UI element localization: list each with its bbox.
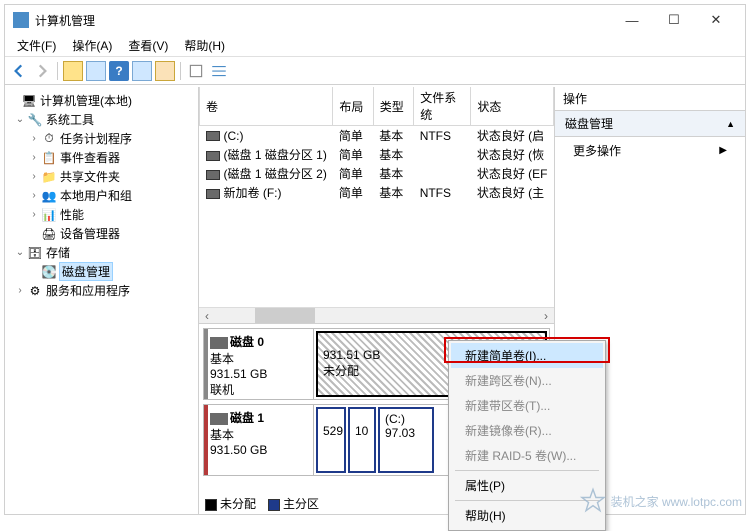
tool-5[interactable] — [155, 61, 175, 81]
computer-icon: 🖥 — [21, 93, 37, 109]
col-status[interactable]: 状态 — [471, 87, 554, 126]
forward-button[interactable] — [32, 61, 52, 81]
minimize-button[interactable]: — — [611, 6, 653, 34]
h-scrollbar[interactable]: ‹› — [199, 307, 554, 323]
volume-row[interactable]: (磁盘 1 磁盘分区 1)简单基本状态良好 (恢 — [200, 145, 554, 164]
disk-icon — [210, 413, 228, 425]
menu-action[interactable]: 操作(A) — [64, 37, 120, 54]
tree-perf[interactable]: 性能 — [60, 206, 84, 223]
window-title: 计算机管理 — [35, 12, 611, 29]
disk-1-part-c[interactable]: (C:)97.03 — [378, 407, 434, 473]
disk-1-header[interactable]: 磁盘 1 基本 931.50 GB — [204, 405, 314, 475]
tree-users[interactable]: 本地用户和组 — [60, 187, 132, 204]
storage-icon: 🗄 — [27, 245, 43, 261]
tool-4[interactable] — [132, 61, 152, 81]
actions-section[interactable]: 磁盘管理▲ — [555, 111, 745, 137]
expander-icon[interactable]: › — [27, 152, 41, 163]
volume-row[interactable]: (磁盘 1 磁盘分区 2)简单基本状态良好 (EF — [200, 164, 554, 183]
volume-row[interactable]: 新加卷 (F:)简单基本NTFS状态良好 (主 — [200, 183, 554, 202]
column-headers[interactable]: 卷 布局 类型 文件系统 状态 — [200, 87, 554, 126]
watermark: 装机之家 www.lotpc.com — [579, 487, 742, 515]
volume-icon — [206, 151, 220, 161]
col-type[interactable]: 类型 — [373, 87, 413, 126]
tree-shared[interactable]: 共享文件夹 — [60, 168, 120, 185]
expander-icon[interactable]: › — [27, 209, 41, 220]
expander-icon[interactable]: › — [27, 133, 41, 144]
menubar: 文件(F) 操作(A) 查看(V) 帮助(H) — [5, 35, 745, 57]
tool-7[interactable] — [209, 61, 229, 81]
tree-devmgr[interactable]: 设备管理器 — [60, 225, 120, 242]
help-icon[interactable]: ? — [109, 61, 129, 81]
menu-new-simple-volume[interactable]: 新建简单卷(I)... — [451, 343, 603, 368]
tree-system-tools[interactable]: 系统工具 — [46, 111, 94, 128]
volume-icon — [206, 131, 220, 141]
tool-6[interactable] — [186, 61, 206, 81]
tree-diskmgmt[interactable]: 磁盘管理 — [60, 263, 112, 280]
disk-icon — [210, 337, 228, 349]
expander-icon[interactable]: ⌄ — [13, 114, 27, 125]
shared-icon: 📁 — [41, 169, 57, 185]
tool-2[interactable] — [86, 61, 106, 81]
col-layout[interactable]: 布局 — [333, 87, 373, 126]
expander-icon[interactable]: › — [27, 190, 41, 201]
disk-0-header[interactable]: 磁盘 0 基本 931.51 GB 联机 — [204, 329, 314, 399]
tree-scheduler[interactable]: 任务计划程序 — [60, 130, 132, 147]
services-icon: ⚙ — [27, 283, 43, 299]
device-icon: 🖨 — [41, 226, 57, 242]
menu-file[interactable]: 文件(F) — [9, 37, 64, 54]
menu-new-raid5-volume: 新建 RAID-5 卷(W)... — [451, 443, 603, 468]
legend: 未分配 主分区 — [205, 495, 319, 512]
maximize-button[interactable]: ☐ — [653, 6, 695, 34]
volume-row[interactable]: (C:)简单基本NTFS状态良好 (启 — [200, 126, 554, 146]
chevron-right-icon: ▶ — [719, 145, 727, 156]
expander-icon[interactable]: › — [27, 171, 41, 182]
toolbar: ? — [5, 57, 745, 85]
app-icon — [13, 12, 29, 28]
tree-services[interactable]: 服务和应用程序 — [46, 282, 130, 299]
menu-help[interactable]: 帮助(H) — [176, 37, 233, 54]
disk-1-part-2[interactable]: 10 — [348, 407, 376, 473]
event-icon: 📋 — [41, 150, 57, 166]
menu-view[interactable]: 查看(V) — [120, 37, 176, 54]
more-actions[interactable]: 更多操作▶ — [555, 137, 745, 164]
disk-1-part-1[interactable]: 529 — [316, 407, 346, 473]
actions-header: 操作 — [555, 87, 745, 111]
menu-new-mirrored-volume: 新建镜像卷(R)... — [451, 418, 603, 443]
tools-icon: 🔧 — [27, 112, 43, 128]
titlebar[interactable]: 计算机管理 — ☐ ✕ — [5, 5, 745, 35]
menu-new-striped-volume: 新建带区卷(T)... — [451, 393, 603, 418]
tool-1[interactable] — [63, 61, 83, 81]
menu-new-spanned-volume: 新建跨区卷(N)... — [451, 368, 603, 393]
tree-event[interactable]: 事件查看器 — [60, 149, 120, 166]
expander-icon[interactable]: › — [13, 285, 27, 296]
tree-root[interactable]: 计算机管理(本地) — [40, 92, 132, 109]
close-button[interactable]: ✕ — [695, 6, 737, 34]
scheduler-icon: ⏱ — [41, 131, 57, 147]
col-fs[interactable]: 文件系统 — [414, 87, 471, 126]
expander-icon[interactable]: ⌄ — [13, 247, 27, 258]
diskmgmt-icon: 💽 — [41, 264, 57, 280]
back-button[interactable] — [9, 61, 29, 81]
volume-icon — [206, 189, 220, 199]
nav-tree[interactable]: 🖥计算机管理(本地) ⌄🔧系统工具 ›⏱任务计划程序 ›📋事件查看器 ›📁共享文… — [5, 87, 199, 514]
collapse-icon: ▲ — [726, 119, 735, 129]
volume-icon — [206, 170, 220, 180]
perf-icon: 📊 — [41, 207, 57, 223]
tree-storage[interactable]: 存储 — [46, 244, 70, 261]
volume-list[interactable]: 卷 布局 类型 文件系统 状态 (C:)简单基本NTFS状态良好 (启 (磁盘 … — [199, 87, 554, 324]
users-icon: 👥 — [41, 188, 57, 204]
col-volume[interactable]: 卷 — [200, 87, 333, 126]
